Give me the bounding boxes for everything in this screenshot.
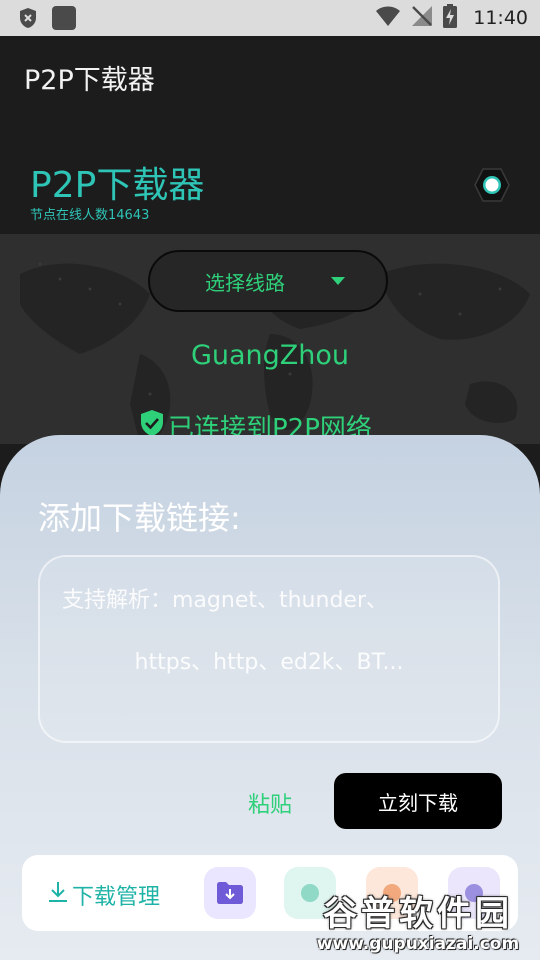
brand-header: P2P下载器 节点在线人数14643 (0, 120, 540, 235)
route-select-label: 选择线路 (205, 270, 285, 295)
download-now-button[interactable]: 立刻下载 (334, 773, 502, 829)
paste-button[interactable]: 粘贴 (248, 787, 292, 819)
route-select-dropdown[interactable]: 选择线路 (148, 250, 388, 312)
app-square-icon (52, 6, 76, 30)
battery-charging-icon (443, 3, 458, 33)
download-icon (48, 881, 68, 909)
watermark-text: 谷普软件园 (323, 894, 513, 934)
watermark: 谷普软件园 www.gupuxiazai.com (296, 884, 540, 960)
folder-icon[interactable] (204, 867, 256, 919)
wifi-icon (375, 5, 401, 32)
brand-title: P2P下载器 (30, 165, 205, 206)
status-time: 11:40 (473, 7, 528, 29)
app-bar: P2P下载器 (0, 36, 540, 120)
shield-x-icon (18, 7, 38, 29)
watermark-url: www.gupuxiazai.com (316, 934, 520, 954)
app-screen: 11:40 P2P下载器 P2P下载器 节点在线人数14643 选择线路 Gua… (0, 0, 540, 960)
online-nodes-count: 节点在线人数14643 (30, 208, 150, 223)
add-download-sheet: 添加下载链接: 支持解析：magnet、thunder、 https、http、… (0, 435, 540, 960)
selected-city: GuangZhou (190, 340, 350, 371)
status-bar: 11:40 (0, 0, 540, 36)
input-placeholder-line2: https、http、ed2k、BT... (134, 650, 404, 675)
sheet-title: 添加下载链接: (38, 499, 241, 537)
no-signal-icon (411, 5, 433, 32)
download-manager-label: 下载管理 (72, 885, 161, 910)
download-manager-link[interactable]: 下载管理 (48, 879, 160, 911)
app-bar-title: P2P下载器 (24, 64, 155, 96)
input-placeholder-line1: 支持解析：magnet、thunder、 (62, 588, 388, 613)
chevron-down-icon (331, 277, 345, 285)
connection-status-icon[interactable] (474, 168, 510, 202)
download-link-input[interactable]: 支持解析：magnet、thunder、 https、http、ed2k、BT.… (38, 555, 500, 743)
